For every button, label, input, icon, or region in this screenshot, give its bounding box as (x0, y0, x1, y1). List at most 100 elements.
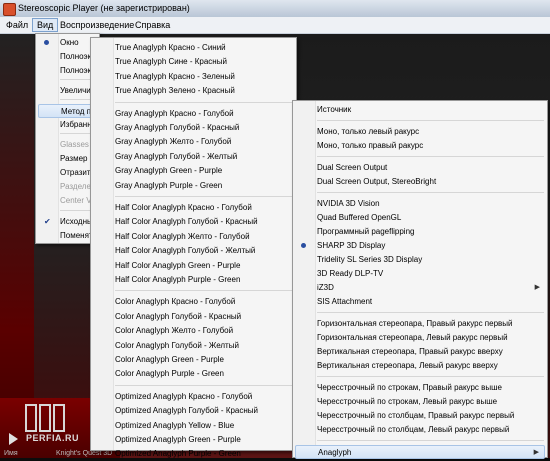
menu-item[interactable]: Горизонтальная стереопара, Правый ракурс… (295, 317, 545, 331)
menu-item[interactable]: SIS Attachment (295, 295, 545, 309)
menu-item[interactable]: Gray Anaglyph Purple - Green (93, 179, 294, 193)
window-title: Stereoscopic Player (не зарегистрирован) (18, 3, 190, 13)
menu-item-label: True Anaglyph Зелено - Красный (115, 86, 235, 96)
menu-item[interactable]: Gray Anaglyph Голубой - Желтый (93, 150, 294, 164)
menu-item[interactable]: Избранны (38, 118, 97, 132)
menu-item[interactable]: Optimized Anaglyph Green - Purple (93, 433, 294, 447)
menu-item[interactable]: Отразить (38, 166, 97, 180)
menu-item-label: Optimized Anaglyph Purple - Green (115, 449, 241, 459)
menu-item[interactable]: Quad Buffered OpenGL (295, 211, 545, 225)
menu-item[interactable]: ✔ Исходный (38, 215, 97, 229)
menu-item[interactable]: Half Color Anaglyph Красно - Голубой (93, 201, 294, 215)
menu-item-label: Dual Screen Output, StereoBright (317, 177, 437, 186)
menu-item-label: Gray Anaglyph Green - Purple (115, 166, 223, 176)
menu-item[interactable]: Вертикальная стереопара, Правый ракурс в… (295, 345, 545, 359)
menu-playback[interactable]: Воспроизведение (56, 19, 138, 31)
menu-item[interactable]: Anaglyph ▶ (295, 445, 545, 459)
menu-item-label: Half Color Anaglyph Purple - Green (115, 275, 241, 284)
menu-separator (317, 376, 544, 377)
menu-item[interactable]: iZ3D ▶ (295, 281, 545, 295)
menu-item[interactable]: Моно, только правый ракурс (295, 139, 545, 153)
menu-item-label: Half Color Anaglyph Голубой - Красный (115, 217, 258, 227)
menu-item[interactable]: Gray Anaglyph Green - Purple (93, 164, 294, 178)
menu-item[interactable]: Tridelity SL Series 3D Display (295, 253, 545, 267)
menu-item[interactable]: Optimized Anaglyph Голубой - Красный (93, 404, 294, 418)
menu-item[interactable]: Half Color Anaglyph Purple - Green (93, 273, 294, 287)
menu-item-label: Color Anaglyph Purple - Green (115, 369, 224, 379)
menu-item-label: Optimized Anaglyph Yellow - Blue (115, 420, 235, 430)
menu-file[interactable]: Файл (2, 19, 32, 31)
menu-item[interactable]: Optimized Anaglyph Красно - Голубой (93, 390, 294, 404)
stereo-method-submenu: True Anaglyph Красно - Синий True Anaglyp… (90, 37, 297, 458)
menu-item-label: Gray Anaglyph Голубой - Желтый (115, 151, 238, 161)
menu-item[interactable]: Optimized Anaglyph Yellow - Blue (93, 419, 294, 433)
menu-item[interactable]: Чересстрочный по столбцам, Левый ракурс … (295, 423, 545, 437)
menu-item[interactable]: Чересстрочный по строкам, Левый ракурс в… (295, 395, 545, 409)
radio-bullet-icon (44, 40, 49, 45)
menu-item[interactable]: Окно (38, 36, 97, 50)
menu-item[interactable]: Color Anaglyph Голубой - Желтый (93, 339, 294, 353)
menu-item[interactable]: Half Color Anaglyph Желто - Голубой (93, 230, 294, 244)
menu-item[interactable]: 3D Ready DLP-TV (295, 267, 545, 281)
menu-item[interactable]: True Anaglyph Сине - Красный (93, 55, 294, 69)
menu-separator (115, 196, 293, 197)
menu-item[interactable]: Dual Screen Output, StereoBright (295, 175, 545, 189)
menu-item: Разделен (38, 180, 97, 194)
menu-item-label: Чересстрочный по столбцам, Левый ракурс … (317, 425, 510, 434)
menu-item-label: Вертикальная стереопара, Левый ракурс вв… (317, 361, 498, 370)
menu-item[interactable]: Color Anaglyph Красно - Голубой (93, 295, 294, 309)
menu-item[interactable]: Color Anaglyph Голубой - Красный (93, 310, 294, 324)
app-icon (3, 3, 16, 16)
menu-item-label: Half Color Anaglyph Красно - Голубой (115, 203, 252, 212)
menu-item[interactable]: Half Color Anaglyph Green - Purple (93, 259, 294, 273)
menu-item: Glasses Co (38, 138, 97, 152)
menu-item[interactable]: Горизонтальная стереопара, Левый ракурс … (295, 331, 545, 345)
menu-item-label: Чересстрочный по строкам, Левый ракурс в… (317, 397, 498, 406)
menu-view[interactable]: Вид (32, 18, 59, 32)
menu-item[interactable]: Полноэкр (38, 50, 97, 64)
menu-item[interactable]: Optimized Anaglyph Purple - Green (93, 447, 294, 461)
menu-item[interactable]: Чересстрочный по строкам, Правый ракурс … (295, 381, 545, 395)
menu-item-label: Half Color Anaglyph Желто - Голубой (115, 231, 250, 241)
menu-item[interactable]: Color Anaglyph Желто - Голубой (93, 324, 294, 338)
menu-item[interactable]: Half Color Anaglyph Голубой - Красный (93, 215, 294, 229)
menu-item[interactable]: True Anaglyph Зелено - Красный (93, 84, 294, 98)
menu-item[interactable]: Моно, только левый ракурс (295, 125, 545, 139)
menu-item[interactable]: Метод пр (38, 104, 97, 118)
menu-item[interactable]: NVIDIA 3D Vision (295, 197, 545, 211)
menu-item[interactable]: Color Anaglyph Purple - Green (93, 367, 294, 381)
menu-item[interactable]: Color Anaglyph Green - Purple (93, 353, 294, 367)
menu-item[interactable]: Увеличит (38, 84, 97, 98)
status-label: Имя (4, 450, 18, 457)
menu-item-label: Чересстрочный по столбцам, Правый ракурс… (317, 411, 515, 420)
menu-item-label: Tridelity SL Series 3D Display (317, 255, 423, 264)
menu-item[interactable]: Размер (ф (38, 152, 97, 166)
menu-item-label: True Anaglyph Красно - Зеленый (115, 71, 235, 81)
menu-item[interactable]: True Anaglyph Красно - Зеленый (93, 70, 294, 84)
menu-item-label: Anaglyph (318, 448, 352, 457)
menu-item[interactable]: Поменят (38, 229, 97, 243)
play-icon[interactable] (9, 433, 18, 445)
menu-item[interactable]: Half Color Anaglyph Голубой - Желтый (93, 244, 294, 258)
menu-item[interactable]: SHARP 3D Display (295, 239, 545, 253)
menu-item-label: Источник (317, 105, 352, 114)
menu-item[interactable]: Вертикальная стереопара, Левый ракурс вв… (295, 359, 545, 373)
menu-bar: Файл Вид Воспроизведение Справка (0, 17, 550, 34)
video-left-strip (0, 34, 34, 458)
menu-item[interactable]: Источник (295, 103, 545, 117)
menu-item[interactable]: Dual Screen Output (295, 161, 545, 175)
menu-item[interactable]: Gray Anaglyph Голубой - Красный (93, 121, 294, 135)
menu-item-label: True Anaglyph Красно - Синий (115, 43, 226, 52)
menu-item[interactable]: Чересстрочный по столбцам, Правый ракурс… (295, 409, 545, 423)
menu-item-label: Моно, только левый ракурс (317, 127, 420, 136)
menu-help[interactable]: Справка (131, 19, 174, 31)
menu-item[interactable]: Gray Anaglyph Красно - Голубой (93, 107, 294, 121)
menu-item-label: Color Anaglyph Голубой - Желтый (115, 340, 239, 350)
menu-item[interactable]: Программный pageflipping (295, 225, 545, 239)
menu-item-label: True Anaglyph Сине - Красный (115, 57, 227, 67)
menu-item-label: Color Anaglyph Желто - Голубой (115, 326, 234, 336)
menu-separator (317, 156, 544, 157)
menu-item[interactable]: True Anaglyph Красно - Синий (93, 41, 294, 55)
menu-item[interactable]: Полноэкр (38, 64, 97, 78)
menu-item[interactable]: Gray Anaglyph Желто - Голубой (93, 135, 294, 149)
